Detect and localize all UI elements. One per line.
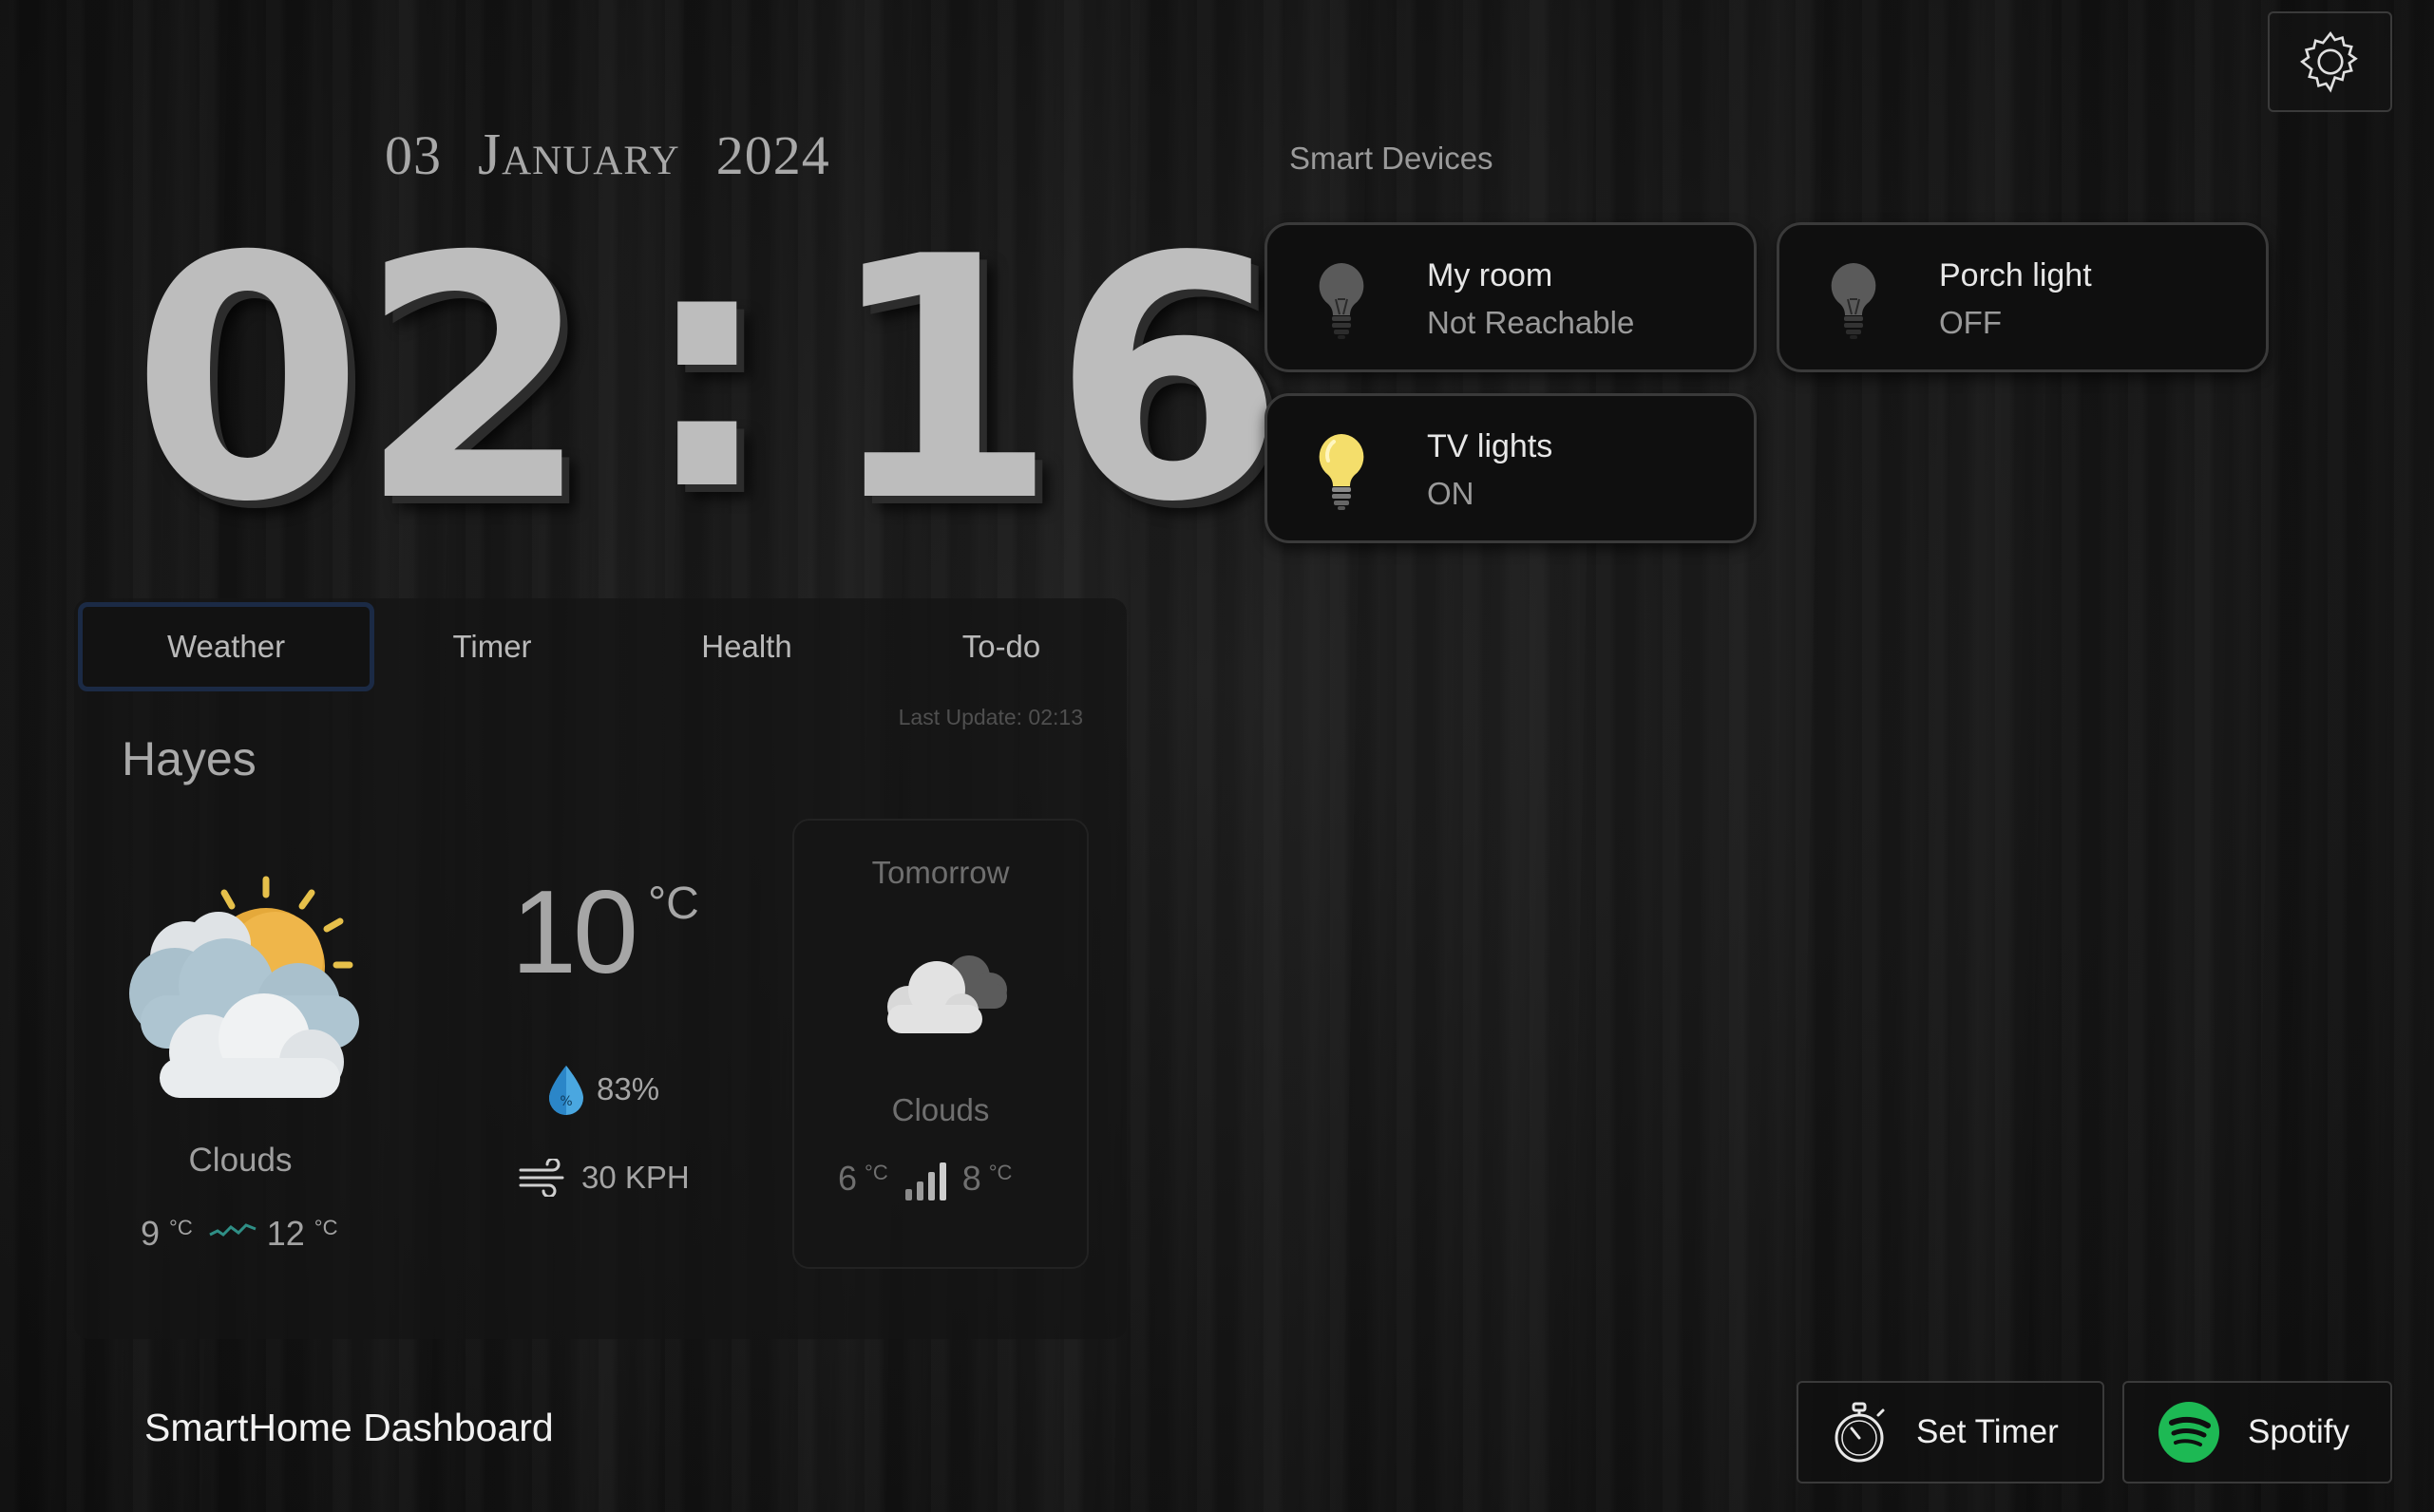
clock-hours: 02	[131, 186, 591, 576]
device-name: My room	[1427, 257, 1553, 293]
tomorrow-max-unit: °C	[988, 1161, 1013, 1184]
tomorrow-card: Tomorrow Clouds 6 °C 8 °C	[792, 819, 1089, 1269]
date-day: 03	[385, 124, 442, 186]
clouds-icon	[887, 955, 1007, 1033]
wind: 30 KPH	[519, 1159, 690, 1197]
smart-devices-title: Smart Devices	[1289, 141, 1493, 176]
device-name: TV lights	[1427, 428, 1553, 464]
svg-text:%: %	[560, 1094, 572, 1109]
clock-minutes: 16	[825, 186, 1285, 576]
temp-bars-icon	[904, 1162, 946, 1200]
humidity-value: 83%	[597, 1071, 660, 1106]
city-name: Hayes	[122, 732, 257, 785]
device-status: ON	[1427, 476, 1474, 511]
tomorrow-min-unit: °C	[865, 1161, 888, 1184]
tomorrow-condition: Clouds	[891, 1092, 990, 1127]
lightbulb-icon	[1319, 263, 1364, 339]
set-timer-button[interactable]: Set Timer	[1797, 1381, 2104, 1484]
clock: 02 : 16	[131, 186, 1285, 576]
wind-value: 30 KPH	[581, 1160, 690, 1195]
current-condition: Clouds	[188, 1142, 293, 1179]
app-title: SmartHome Dashboard	[144, 1406, 554, 1449]
spotify-icon	[2158, 1402, 2219, 1463]
humidity-drop-icon: %	[549, 1066, 583, 1115]
temp-max: 12	[266, 1214, 305, 1253]
tab-todo[interactable]: To-do	[916, 602, 1087, 691]
partly-cloudy-sun-icon	[129, 876, 359, 1098]
device-name: Porch light	[1939, 257, 2092, 293]
tab-timer[interactable]: Timer	[416, 602, 568, 691]
tomorrow-temp-range: 6 °C 8 °C	[838, 1159, 1017, 1202]
tab-health[interactable]: Health	[661, 602, 832, 691]
settings-button[interactable]	[2268, 11, 2392, 112]
lightbulb-icon	[1319, 434, 1364, 510]
temp-max-unit: °C	[314, 1216, 338, 1239]
device-card-porch-light[interactable]: Porch light OFF	[1777, 222, 2269, 372]
trend-icon	[209, 1223, 257, 1237]
tomorrow-max: 8	[961, 1159, 981, 1198]
last-update: Last Update: 02:13	[898, 705, 1083, 729]
temp-range: 9 °C 12 °C	[141, 1214, 343, 1254]
spotify-label: Spotify	[2248, 1413, 2349, 1450]
gear-icon	[2299, 31, 2358, 93]
humidity: % 83%	[545, 1064, 659, 1115]
temp-unit: °C	[647, 879, 699, 929]
info-panel: Weather Timer Health To-do Last Update: …	[74, 598, 1127, 1339]
temp-value: 10	[511, 867, 638, 998]
tab-bar: Weather Timer Health To-do	[74, 598, 1127, 693]
temp-min-unit: °C	[169, 1216, 193, 1239]
current-temp: 10 °C	[511, 874, 699, 992]
device-card-my-room[interactable]: My room Not Reachable	[1265, 222, 1757, 372]
wind-icon	[519, 1159, 564, 1197]
stopwatch-icon	[1835, 1402, 1885, 1463]
tomorrow-min: 6	[838, 1159, 858, 1198]
tomorrow-title: Tomorrow	[871, 855, 1010, 890]
device-status: OFF	[1939, 305, 2002, 340]
set-timer-label: Set Timer	[1916, 1413, 2059, 1450]
tab-weather[interactable]: Weather	[78, 602, 374, 691]
device-status: Not Reachable	[1427, 305, 1635, 340]
temp-min: 9	[141, 1214, 161, 1253]
spotify-button[interactable]: Spotify	[2122, 1381, 2392, 1484]
lightbulb-icon	[1831, 263, 1876, 339]
device-card-tv-lights[interactable]: TV lights ON	[1265, 393, 1757, 543]
clock-separator: :	[639, 175, 774, 564]
